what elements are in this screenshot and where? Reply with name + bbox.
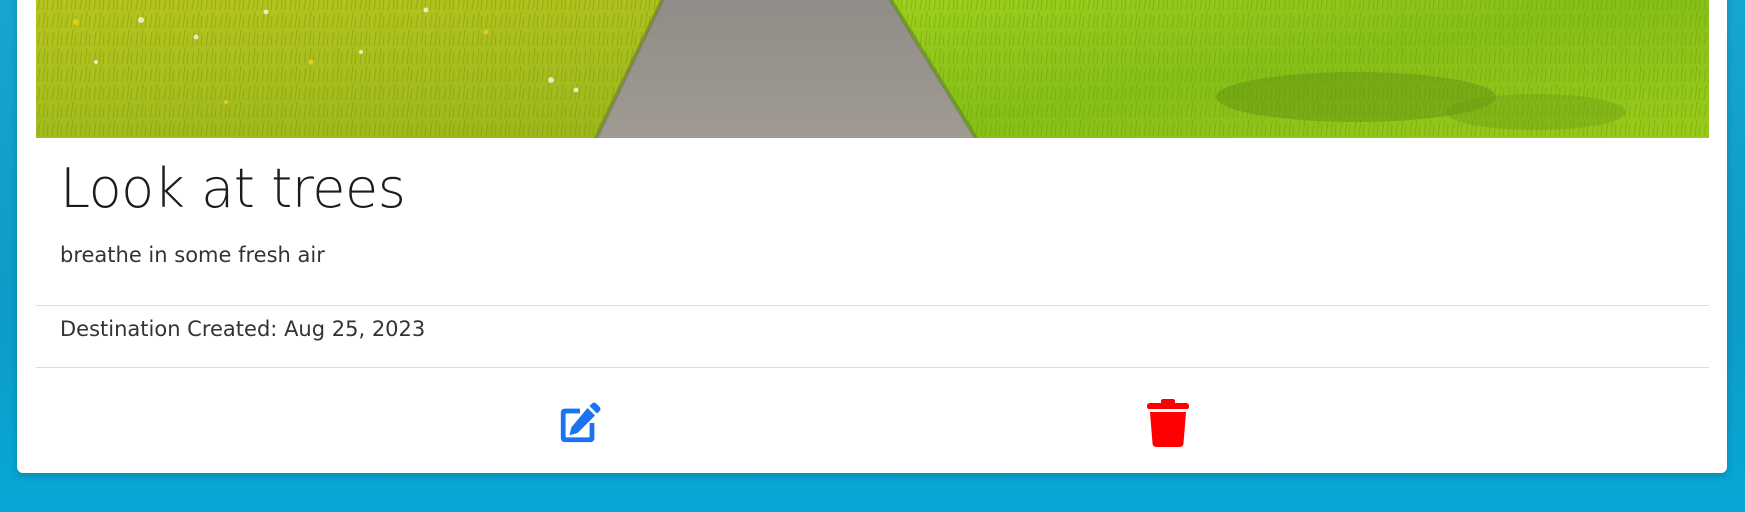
divider: [36, 305, 1709, 306]
destination-image: [36, 0, 1709, 138]
destination-card: Look at trees breathe in some fresh air …: [17, 0, 1727, 473]
delete-button[interactable]: [1140, 395, 1196, 451]
divider: [36, 367, 1709, 368]
trash-icon: [1147, 399, 1189, 447]
destination-title: Look at trees: [60, 157, 406, 220]
edit-icon: [560, 402, 601, 443]
created-date: Aug 25, 2023: [284, 317, 426, 341]
created-date-row: Destination Created: Aug 25, 2023: [60, 317, 425, 341]
created-label: Destination Created:: [60, 317, 278, 341]
destination-description: breathe in some fresh air: [60, 243, 325, 267]
edit-button[interactable]: [552, 395, 608, 451]
